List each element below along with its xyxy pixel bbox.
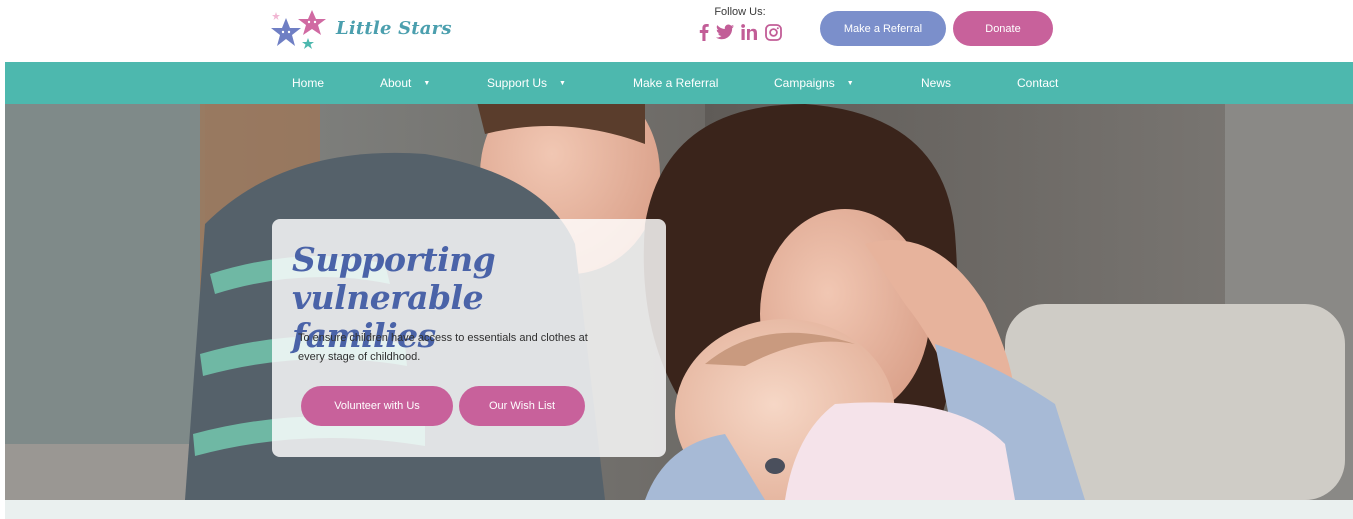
nav-item-make-a-referral[interactable]: Make a Referral <box>633 62 718 104</box>
nav-label: About <box>380 76 412 90</box>
nav-label: Support Us <box>487 76 548 90</box>
hero-banner: Supporting vulnerable families To ensure… <box>5 104 1353 500</box>
nav-label: Make a Referral <box>633 76 719 90</box>
logo-text: Little Stars <box>336 17 452 39</box>
site-header: Little Stars Follow Us: Make a Referral … <box>0 0 1353 62</box>
chevron-down-icon: ▼ <box>846 79 854 87</box>
chevron-down-icon: ▼ <box>559 79 566 87</box>
follow-label: Follow Us: <box>714 6 766 18</box>
wish-list-button[interactable]: Our Wish List <box>459 386 585 426</box>
section-divider <box>5 500 1353 519</box>
logo[interactable]: Little Stars <box>268 8 452 52</box>
hero-subtitle-line: To ensure children have access to essent… <box>298 332 588 344</box>
chevron-down-icon: ▼ <box>423 79 431 87</box>
donate-button[interactable]: Donate <box>953 11 1053 46</box>
nav-label: Home <box>292 76 325 90</box>
hero-family-photo <box>5 104 1353 500</box>
nav-item-support-us[interactable]: Support Us ▼ <box>487 62 566 104</box>
nav-item-about[interactable]: About ▼ <box>380 62 430 104</box>
nav-label: Contact <box>1017 76 1059 90</box>
nav-item-news[interactable]: News <box>921 62 951 104</box>
instagram-icon[interactable] <box>764 23 782 41</box>
nav-item-home[interactable]: Home <box>292 62 324 104</box>
nav-label: News <box>921 76 952 90</box>
facebook-icon[interactable] <box>699 23 709 41</box>
nav-item-contact[interactable]: Contact <box>1017 62 1058 104</box>
social-follow: Follow Us: <box>690 6 790 41</box>
social-links <box>690 23 790 41</box>
hero-subtitle-line: every stage of childhood. <box>298 351 421 363</box>
main-nav: Home About ▼ Support Us ▼ Make a Referra… <box>5 62 1353 104</box>
hero-title-line: Supporting vulnerable <box>292 240 496 317</box>
nav-item-campaigns[interactable]: Campaigns ▼ <box>774 62 854 104</box>
hero-subtitle: To ensure children have access to essent… <box>298 329 643 367</box>
nav-label: Campaigns <box>774 76 835 90</box>
hero-card: Supporting vulnerable families To ensure… <box>272 219 666 457</box>
linkedin-icon[interactable] <box>740 24 758 40</box>
stars-logo-icon <box>271 10 326 49</box>
twitter-icon[interactable] <box>715 24 734 40</box>
make-referral-button[interactable]: Make a Referral <box>820 11 946 46</box>
volunteer-button[interactable]: Volunteer with Us <box>301 386 453 426</box>
